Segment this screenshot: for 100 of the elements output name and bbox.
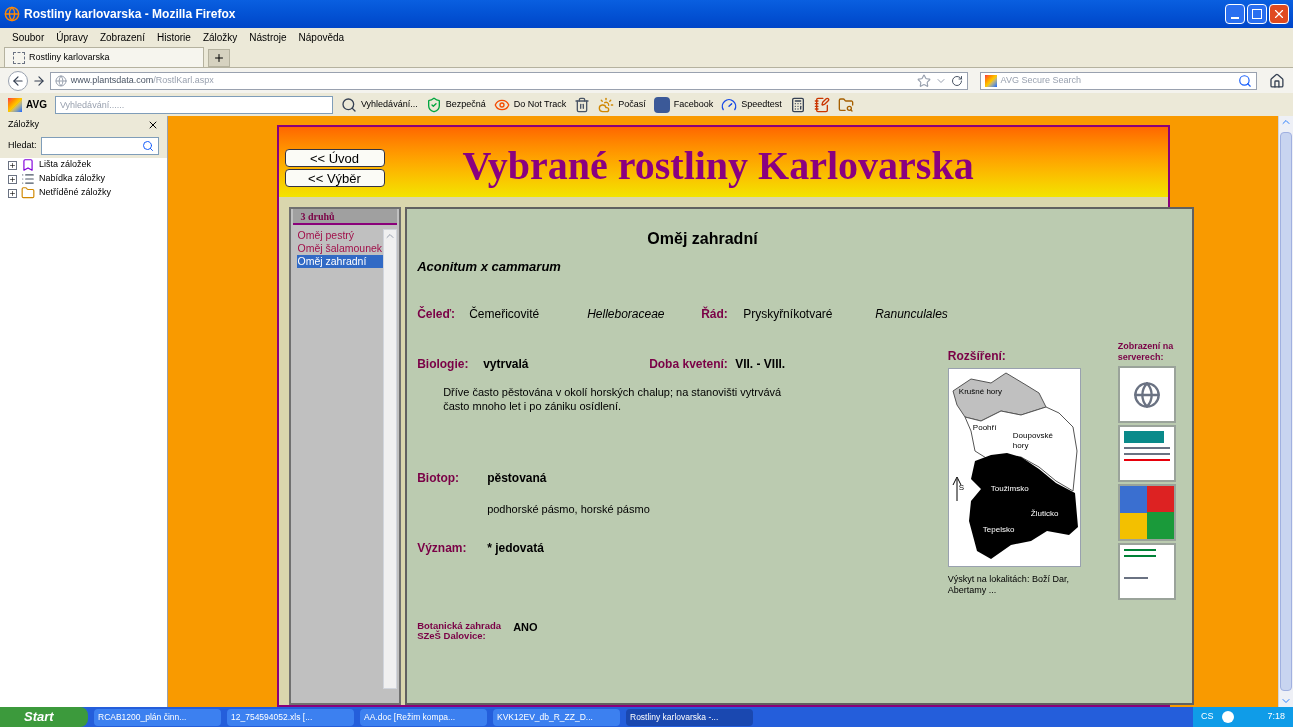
taskbar-button[interactable]: AA.doc [Režim kompa... xyxy=(360,708,487,726)
menu-item[interactable]: Nápověda xyxy=(298,29,345,45)
nav-button[interactable]: << Úvod xyxy=(284,149,385,167)
order-value: Pryskyřníkotvaré xyxy=(743,305,834,323)
kit-link[interactable] xyxy=(1117,425,1176,482)
menu-item[interactable]: Soubor xyxy=(12,29,45,45)
search-label: Hledat: xyxy=(8,139,37,153)
biotope-value: pěstovaná xyxy=(487,469,547,487)
avg-logo-icon xyxy=(984,74,997,87)
plus-icon xyxy=(213,52,225,64)
biotope-label: Biotop: xyxy=(417,469,461,487)
taskbar-button[interactable]: Rostliny karlovarska -... xyxy=(626,708,753,726)
scrollbar[interactable] xyxy=(383,229,398,689)
species-item[interactable]: Oměj šalamounek xyxy=(296,242,384,255)
species-item[interactable]: Oměj zahradní xyxy=(296,255,384,268)
meaning-label: Význam: xyxy=(417,540,468,557)
family-latin: Helleboraceae xyxy=(587,305,666,323)
map-label: Toužimsko xyxy=(990,484,1029,494)
database-link[interactable] xyxy=(1117,543,1176,600)
garden-value: ANO xyxy=(513,621,538,633)
menu-item[interactable]: Nástroje xyxy=(249,29,287,45)
minimize-button[interactable] xyxy=(1225,4,1245,24)
new-tab-button[interactable] xyxy=(208,49,230,67)
list-icon xyxy=(21,172,35,186)
expand-icon[interactable] xyxy=(8,188,17,198)
biology-label: Biologie: xyxy=(417,355,470,373)
tray-icon[interactable] xyxy=(1221,711,1234,723)
avg-logo[interactable]: AVG xyxy=(8,97,47,112)
order-label: Řád: xyxy=(701,305,729,323)
map-label: S xyxy=(958,483,965,493)
folder-search-icon xyxy=(837,96,854,113)
globe-icon xyxy=(1132,380,1161,409)
wiki-link[interactable] xyxy=(1117,366,1176,423)
menu-item[interactable]: Úpravy xyxy=(56,29,88,45)
zones-text: podhorské pásmo, horské pásmo xyxy=(487,501,651,517)
meaning-value: * jedovatá xyxy=(487,540,544,557)
search-icon[interactable] xyxy=(1238,73,1253,88)
toolbar-button[interactable]: Do Not Track xyxy=(493,96,567,113)
species-title: Oměj zahradní xyxy=(647,229,758,249)
toolbar-search-field[interactable]: Vyhledávání...... xyxy=(54,95,333,114)
back-arrow-icon xyxy=(10,73,25,88)
window-title: Rostliny karlovarska - Mozilla Firefox xyxy=(24,6,236,23)
address-bar[interactable]: www.plantsdata.com/RostlKarl.aspx xyxy=(49,71,968,90)
bookmark-folder[interactable]: Lišta záložek xyxy=(39,158,92,172)
clock: 7:18 xyxy=(1267,710,1285,724)
toolbar-button[interactable]: Speedtest xyxy=(721,96,782,113)
close-icon[interactable] xyxy=(147,119,159,131)
species-item[interactable]: Oměj pestrý xyxy=(296,229,384,242)
family-value: Čemeřicovité xyxy=(469,305,541,323)
menu-item[interactable]: Záložky xyxy=(202,29,238,45)
occurrence-text: Výskyt na lokalitách: Boží Dar, Abertamy ... xyxy=(947,574,1070,596)
google-link[interactable] xyxy=(1117,484,1176,541)
expand-icon[interactable] xyxy=(8,160,17,170)
garden-label: Botanická zahrada SZeŠ Dalovice: xyxy=(417,621,503,641)
back-button[interactable] xyxy=(8,70,28,91)
home-icon[interactable] xyxy=(1269,72,1285,89)
trash-icon xyxy=(574,96,591,113)
browser-icon xyxy=(4,6,20,22)
close-icon xyxy=(1272,7,1286,21)
map-label: Krušné hory xyxy=(958,387,1002,397)
expand-icon[interactable] xyxy=(8,174,17,184)
close-button[interactable] xyxy=(1269,4,1289,24)
bookmark-folder[interactable]: Netříděné záložky xyxy=(39,186,112,200)
toolbar-button[interactable]: Počasí xyxy=(598,96,646,113)
forward-button[interactable] xyxy=(31,73,46,88)
map-label: Doupovské hory xyxy=(1012,431,1054,451)
browser-tab[interactable]: Rostliny karlovarska xyxy=(4,47,204,67)
range-label: Rozšíření: xyxy=(947,348,1007,365)
shield-icon xyxy=(425,96,442,113)
weather-icon xyxy=(598,96,615,113)
biology-value: vytrvalá xyxy=(483,355,530,373)
bookmark-star-icon[interactable] xyxy=(916,73,931,88)
family-label: Čeleď: xyxy=(417,305,457,323)
list-header: 3 druhů xyxy=(292,209,398,225)
toolbar-button[interactable]: Facebook xyxy=(653,96,714,113)
menu-item[interactable]: Zobrazení xyxy=(99,29,145,45)
bookmark-bar-icon xyxy=(21,158,35,172)
taskbar-button[interactable]: RCAB1200_plán činn... xyxy=(94,708,221,726)
maximize-button[interactable] xyxy=(1247,4,1267,24)
map-label: Poohří xyxy=(972,423,997,433)
reload-icon[interactable] xyxy=(950,74,963,87)
globe-icon xyxy=(54,74,67,87)
page-heading: Vybrané rostliny Karlovarska xyxy=(462,142,974,190)
toolbar-button[interactable]: Vyhledávání... xyxy=(340,96,418,113)
search-icon[interactable] xyxy=(142,140,154,152)
bookmark-folder[interactable]: Nabídka záložky xyxy=(39,172,106,186)
sidebar-search-field[interactable] xyxy=(40,137,159,155)
start-button[interactable]: Start xyxy=(0,707,88,727)
bloom-label: Doba kvetení: xyxy=(649,355,729,373)
map-label: Tepelsko xyxy=(982,525,1015,535)
calculator-icon xyxy=(789,96,806,113)
gauge-icon xyxy=(721,96,738,113)
search-icon xyxy=(340,96,357,113)
toolbar-button[interactable]: Bezpečná xyxy=(425,96,486,113)
taskbar-button[interactable]: KVK12EV_db_R_ZZ_D... xyxy=(493,708,620,726)
nav-button[interactable]: << Výběr xyxy=(284,169,385,187)
menu-item[interactable]: Historie xyxy=(156,29,191,45)
note-text: Dříve často pěstována v okolí horských chalup; na stanovišti vytrvává často mnoho let i po zániku osídlení. xyxy=(443,384,783,413)
taskbar-button[interactable]: 12_754594052.xls [... xyxy=(227,708,354,726)
url-text: www.plantsdata.com/RostlKarl.aspx xyxy=(70,73,214,87)
